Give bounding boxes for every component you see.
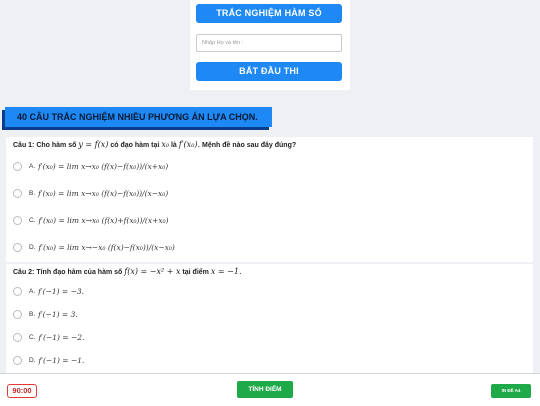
name-input[interactable]: [196, 34, 342, 52]
question-1-math-point: x₀: [161, 140, 170, 149]
question-1-prefix: Câu 1: Cho hàm số: [13, 142, 77, 149]
question-2-mid-text: tại điểm: [182, 269, 209, 276]
question-2-option-d[interactable]: D. f′(−1) = −1.: [6, 349, 533, 372]
radio-button[interactable]: [13, 310, 22, 319]
login-card: TRẮC NGHIỆM HÀM SỐ BẮT ĐẦU THI: [190, 0, 350, 90]
question-2-math-point: x = −1.: [210, 267, 242, 276]
countdown-timer: 90:00: [7, 384, 37, 398]
quiz-area: Câu 1: Cho hàm số y = f(x) có đạo hàm tạ…: [6, 137, 533, 373]
option-letter: D.: [29, 357, 36, 364]
question-1-option-a[interactable]: A. f′(x₀) = lim x→x₀ (f(x)−f(x₀))/(x+x₀): [6, 153, 533, 180]
question-1-option-c[interactable]: C. f′(x₀) = lim x→x₀ (f(x)+f(x₀))/(x+x₀): [6, 207, 533, 234]
option-formula: f′(x₀) = lim x→x₀ (f(x)+f(x₀))/(x+x₀): [38, 216, 169, 225]
option-formula: f′(x₀) = lim x→x₀ (f(x)−f(x₀))/(x+x₀): [38, 162, 169, 171]
radio-button[interactable]: [13, 356, 22, 365]
question-1-option-b[interactable]: B. f′(x₀) = lim x→x₀ (f(x)−f(x₀))/(x−x₀): [6, 180, 533, 207]
question-2-option-a[interactable]: A. f′(−1) = −3.: [6, 280, 533, 303]
option-letter: A.: [29, 288, 36, 295]
question-2: Câu 2: Tính đạo hàm của hàm số f(x) = −x…: [6, 264, 533, 372]
question-2-option-b[interactable]: B. f′(−1) = 3.: [6, 303, 533, 326]
question-2-stem: Câu 2: Tính đạo hàm của hàm số f(x) = −x…: [6, 264, 533, 280]
option-letter: B.: [29, 311, 36, 318]
radio-button[interactable]: [13, 189, 22, 198]
start-exam-button[interactable]: BẮT ĐẦU THI: [196, 62, 342, 81]
option-formula: f′(−1) = 3.: [38, 310, 78, 319]
bottom-toolbar: 90:00 TÍNH ĐIỂM IN ĐỀ A4: [0, 373, 540, 406]
radio-button[interactable]: [13, 287, 22, 296]
quiz-title-button[interactable]: TRẮC NGHIỆM HÀM SỐ: [196, 4, 342, 23]
option-formula: f′(x₀) = lim x→x₀ (f(x)−f(x₀))/(x−x₀): [38, 189, 169, 198]
radio-button[interactable]: [13, 162, 22, 171]
option-formula: f′(−1) = −3.: [38, 287, 85, 296]
option-letter: C.: [29, 334, 36, 341]
option-formula: f′(x₀) = lim x→−x₀ (f(x)−f(x₀))/(x−x₀): [38, 243, 175, 252]
question-1-option-d[interactable]: D. f′(x₀) = lim x→−x₀ (f(x)−f(x₀))/(x−x₀…: [6, 234, 533, 261]
radio-button[interactable]: [13, 216, 22, 225]
question-1-stem: Câu 1: Cho hàm số y = f(x) có đạo hàm tạ…: [6, 137, 533, 153]
question-1: Câu 1: Cho hàm số y = f(x) có đạo hàm tạ…: [6, 137, 533, 261]
question-1-mid-text: có đạo hàm tại: [110, 142, 160, 149]
question-2-prefix: Câu 2: Tính đạo hàm của hàm số: [13, 269, 123, 276]
option-formula: f′(−1) = −1.: [38, 356, 85, 365]
option-letter: A.: [29, 163, 36, 170]
option-letter: D.: [29, 244, 36, 251]
question-1-mid-text-2: là: [170, 142, 177, 149]
section-title: 40 CÂU TRẮC NGHIỆM NHIỀU PHƯƠNG ÁN LỰA C…: [5, 107, 272, 127]
print-a4-button[interactable]: IN ĐỀ A4: [491, 384, 531, 398]
option-letter: C.: [29, 217, 36, 224]
question-1-math-function: y = f(x): [78, 140, 109, 149]
question-1-suffix: Mệnh đề nào sau đây đúng?: [202, 142, 297, 149]
radio-button[interactable]: [13, 243, 22, 252]
question-1-math-derivative: f′(x₀).: [178, 140, 201, 149]
question-2-option-c[interactable]: C. f′(−1) = −2.: [6, 326, 533, 349]
option-letter: B.: [29, 190, 36, 197]
question-2-math-function: f(x) = −x² + x: [124, 267, 181, 276]
radio-button[interactable]: [13, 333, 22, 342]
calculate-score-button[interactable]: TÍNH ĐIỂM: [237, 381, 293, 398]
option-formula: f′(−1) = −2.: [38, 333, 85, 342]
